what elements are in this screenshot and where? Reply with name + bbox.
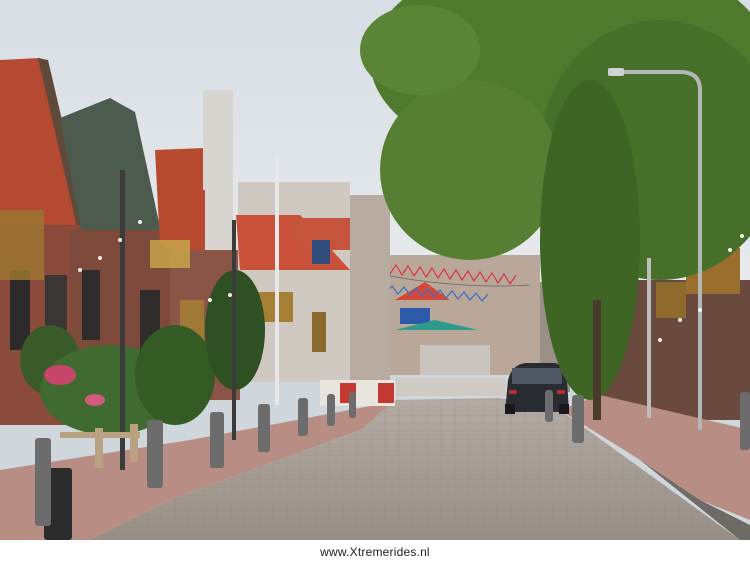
parked-car	[505, 363, 569, 414]
watermark-text: www.Xtremerides.nl	[320, 544, 430, 559]
street-photo: www.Xtremerides.nl	[0, 0, 750, 563]
street-scene	[0, 0, 750, 540]
watermark-bar: www.Xtremerides.nl	[0, 540, 750, 563]
